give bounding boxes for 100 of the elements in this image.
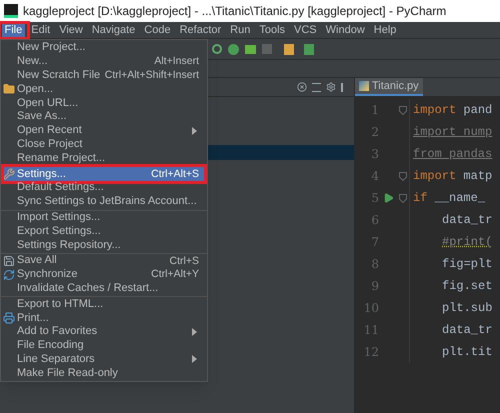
menu-item-label: Save As... [17,111,67,122]
menu-item-label: Close Project [17,138,82,150]
menu-item-label: Line Separators [17,354,95,365]
menu-item[interactable]: Line Separators [1,352,207,366]
fold-marker-icon[interactable] [399,194,407,202]
menu-item-label: Invalidate Caches / Restart... [17,282,158,294]
printer-icon [3,312,15,324]
menu-item-label: Synchronize [17,269,78,280]
menu-item-label: Export to HTML... [17,298,104,310]
menu-item[interactable]: Make File Read-only [1,366,207,380]
menu-item-label: Make File Read-only [17,368,118,379]
menu-bar-item[interactable]: Refactor [176,22,224,38]
menu-item[interactable]: Sync Settings to JetBrains Account... [1,194,207,209]
code-line: data_tr [442,322,492,339]
menu-bar-item[interactable]: VCS [291,22,320,38]
toolbar-icon[interactable] [245,44,256,54]
shortcut-label: Alt+Insert [154,56,199,67]
menu-item[interactable]: New... Alt+Insert [1,54,207,69]
menu-bar-item[interactable]: Edit [28,22,54,38]
menu-item[interactable]: Open Recent [1,124,207,138]
menu-item-label: Settings... [17,168,66,180]
menu-bar-item[interactable]: Window [322,22,368,38]
editor-tab[interactable]: Titanic.py [355,78,423,96]
line-number: 11 [362,322,379,339]
menu-item-label: Sync Settings to JetBrains Account... [17,196,197,208]
menu-item-label: Settings Repository... [17,240,121,251]
menu-item[interactable]: Export Settings... [1,224,207,238]
code-line: import matp [413,168,492,185]
line-number: 9 [370,278,379,295]
menu-item-label: Print... [17,312,49,324]
menu-item-label: Save All [17,255,57,266]
shortcut-label: Ctrl+Alt+Shift+Insert [104,70,199,81]
code-line: if __name_ [413,190,486,207]
code-line: fig=plt [442,256,492,273]
menu-item[interactable]: Rename Project... [1,151,207,166]
python-file-icon [359,81,369,91]
menu-item[interactable]: New Project... [1,41,207,55]
code-line: plt.sub [442,300,492,317]
settings-icon[interactable] [326,82,336,92]
run-icon[interactable] [382,192,394,204]
line-number: 12 [362,344,379,361]
save-icon [3,254,15,267]
menu-item[interactable]: Open URL... [1,96,207,110]
split-icon[interactable] [312,82,321,92]
menu-item[interactable]: Invalidate Caches / Restart... [1,282,207,296]
menu-item[interactable]: Save As... [1,110,207,124]
menu-item-label: Add to Favorites [17,326,98,338]
menu-item[interactable]: Synchronize Ctrl+Alt+Y [1,268,207,282]
menu-item[interactable]: Open... [1,82,207,96]
app-logo-icon [4,4,18,18]
shortcut-label: Ctrl+S [170,256,199,266]
code-line: from pandas [413,146,492,163]
menu-item[interactable]: Save All Ctrl+S [1,254,207,268]
line-number: 8 [370,256,379,273]
menu-bar-item[interactable]: Run [227,22,254,38]
line-number: 4 [370,168,379,185]
line-number: 5 [370,190,379,207]
wrench-icon [3,168,15,180]
menu-item[interactable]: Print... [1,311,207,325]
code-line: plt.tit [442,344,492,361]
code-line: import pand [413,102,492,119]
toolbar-icon[interactable] [228,44,239,54]
menu-item[interactable]: Default Settings... [1,180,207,195]
code-line: import nump [413,124,492,141]
close-icon[interactable] [297,82,307,92]
menu-bar-item[interactable]: Tools [256,22,288,38]
menu-bar-item[interactable]: Help [370,22,400,38]
menu-bar-item[interactable]: View [56,22,86,38]
toolbar-icon[interactable] [212,44,222,54]
menu-bar-item[interactable]: Navigate [88,22,138,38]
menu-item[interactable]: Settings Repository... [1,238,207,252]
line-number: 1 [370,102,379,119]
menu-item[interactable]: File Encoding [1,338,207,353]
menu-item-label: Open URL... [17,98,78,109]
menu-item-label: Open... [17,84,54,95]
menu-item[interactable]: New Scratch File Ctrl+Alt+Shift+Insert [1,68,207,82]
line-number: 6 [370,212,379,229]
fold-marker-icon[interactable] [399,106,407,114]
menu-item[interactable]: Close Project [1,138,207,152]
fold-marker-icon[interactable] [399,172,407,180]
menu-item[interactable]: Import Settings... [1,210,207,224]
menu-item-label: Open Recent [17,125,82,136]
menu-item-label: Import Settings... [17,212,100,223]
line-number: 10 [362,300,379,317]
line-number: 3 [370,146,379,163]
menu-item-label: New Project... [17,42,86,54]
menu-item-label: Default Settings... [17,182,104,194]
line-number: 7 [370,234,379,251]
menu-item[interactable]: Settings... Ctrl+Alt+S [1,167,207,181]
menu-bar-item[interactable]: Code [141,22,174,38]
menu-item[interactable]: Add to Favorites [1,324,207,339]
toolbar-icon[interactable] [304,44,314,54]
menu-item[interactable]: Export to HTML... [1,297,207,312]
window-title: kaggleproject [D:\kaggleproject] - ...\Titanic\Titanic.py [kaggleproject] - PyCharm [23,3,446,20]
line-number: 2 [370,124,379,141]
code-line: #print( [442,234,492,251]
toolbar-icon[interactable] [284,44,294,54]
menu-item-label: File Encoding [17,340,84,352]
menu-item-label: New... [17,56,48,68]
menu-item-label: Export Settings... [17,226,101,237]
